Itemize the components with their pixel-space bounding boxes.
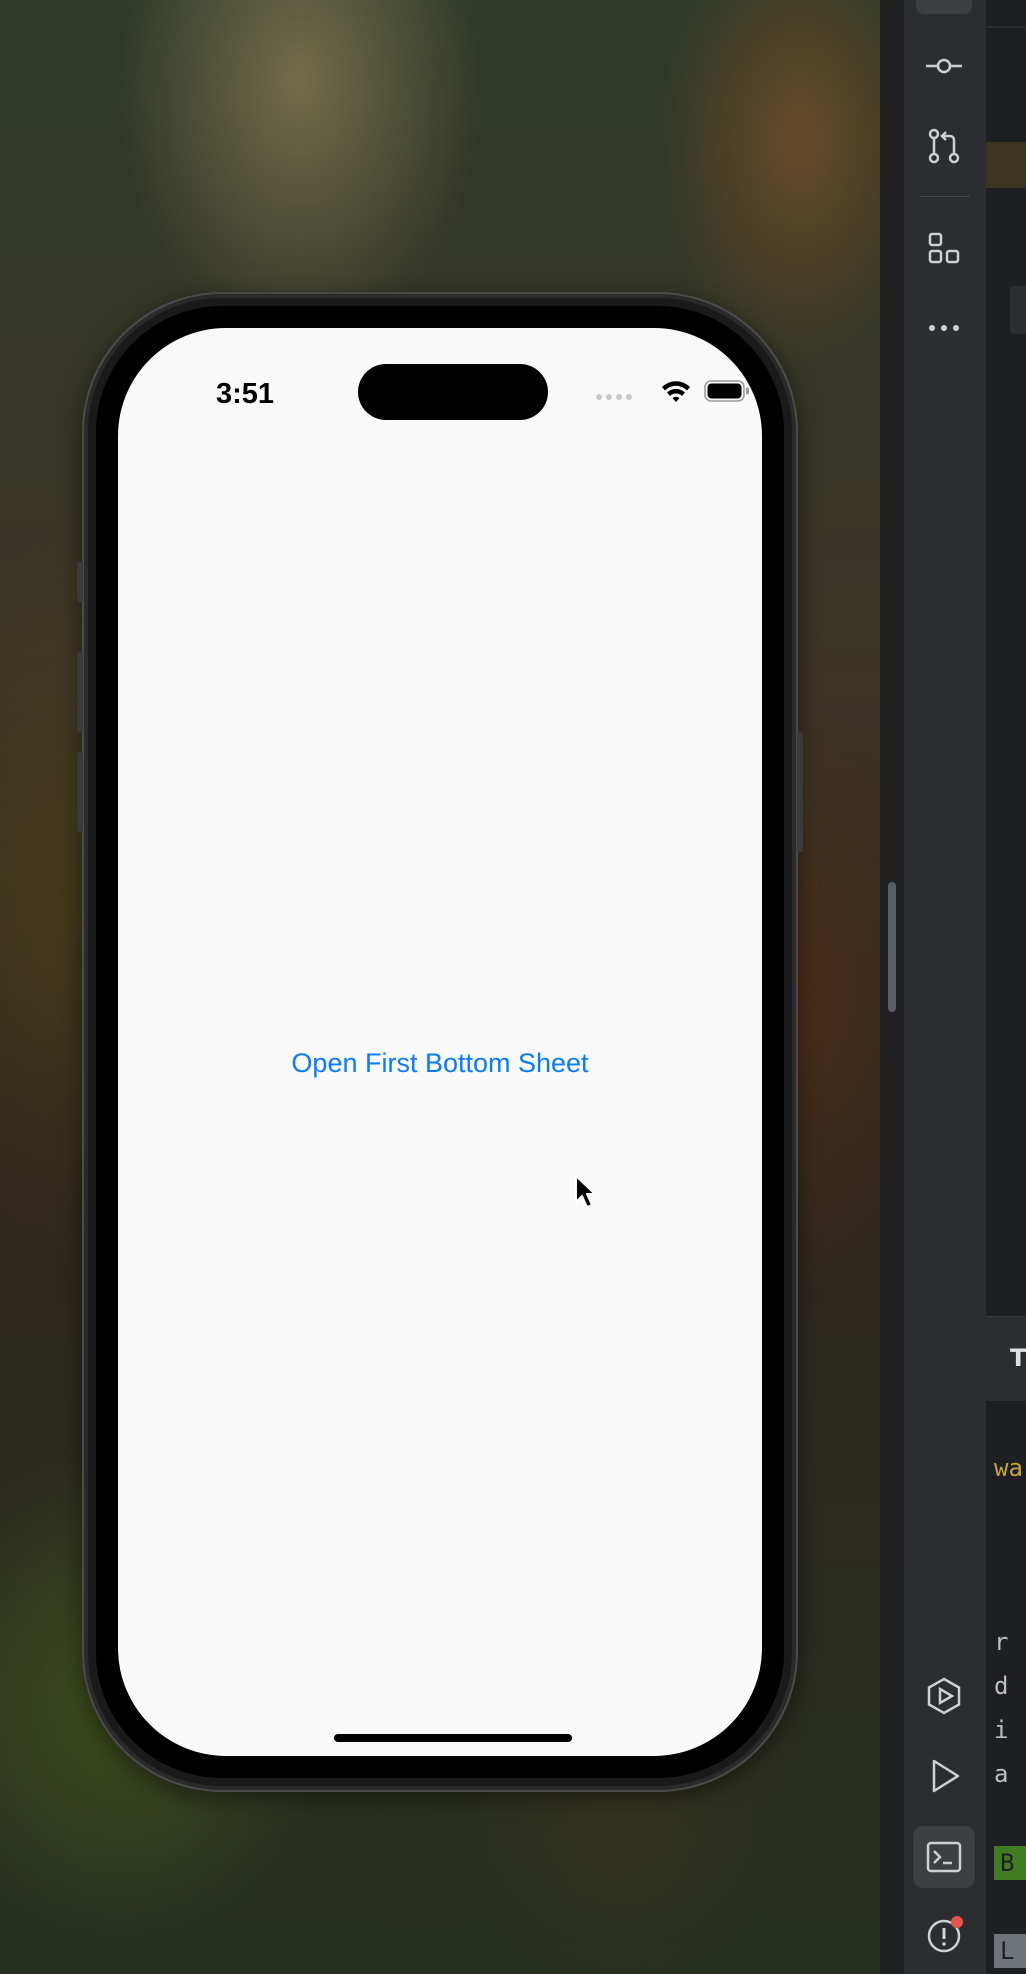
menu-icon[interactable] — [916, 0, 972, 14]
action-button — [77, 562, 83, 602]
ide-editor-area: T wa r d i a B L — [986, 0, 1026, 1974]
console-warning-text: wa — [994, 1454, 1023, 1482]
editor-highlighted-line — [986, 142, 1026, 188]
volume-down-button — [77, 752, 83, 832]
wifi-icon — [662, 381, 690, 402]
phone-screen: 3:51 Open First Bottom Sheet — [118, 328, 762, 1756]
volume-up-button — [77, 652, 83, 732]
console-line: r — [994, 1628, 1009, 1656]
screen-root: T wa r d i a B L 3:51 Open First Bottom … — [0, 0, 1026, 1974]
cellular-dots-icon — [596, 394, 632, 400]
side-button — [797, 732, 803, 852]
editor-tab-divider — [986, 26, 1026, 28]
iphone-simulator-frame: 3:51 Open First Bottom Sheet — [77, 292, 803, 1792]
console-line: d — [994, 1672, 1009, 1700]
commit-icon[interactable] — [916, 38, 972, 94]
log-badge: L — [994, 1934, 1026, 1968]
phone-bezel: 3:51 Open First Bottom Sheet — [96, 306, 784, 1778]
pull-request-icon[interactable] — [916, 118, 972, 174]
editor-gutter-marker — [1010, 286, 1026, 334]
rail-divider — [920, 196, 970, 197]
mouse-pointer-icon — [575, 1175, 596, 1208]
structure-icon[interactable] — [916, 220, 972, 276]
ide-scrollbar-thumb[interactable] — [888, 882, 896, 1012]
tool-window-tab[interactable]: T — [1010, 1344, 1026, 1372]
terminal-icon[interactable] — [913, 1826, 975, 1888]
services-icon[interactable] — [916, 1668, 972, 1724]
build-badge: B — [994, 1846, 1026, 1880]
status-bar-time: 3:51 — [216, 378, 275, 410]
home-indicator[interactable] — [334, 1734, 572, 1742]
console-line: i — [994, 1716, 1009, 1744]
console-line: a — [994, 1760, 1009, 1788]
problems-icon[interactable] — [916, 1906, 972, 1962]
battery-icon — [704, 380, 749, 402]
open-first-bottom-sheet-button[interactable]: Open First Bottom Sheet — [118, 1048, 762, 1079]
run-icon[interactable] — [916, 1748, 972, 1804]
dynamic-island — [358, 364, 548, 420]
more-icon[interactable] — [916, 300, 972, 356]
